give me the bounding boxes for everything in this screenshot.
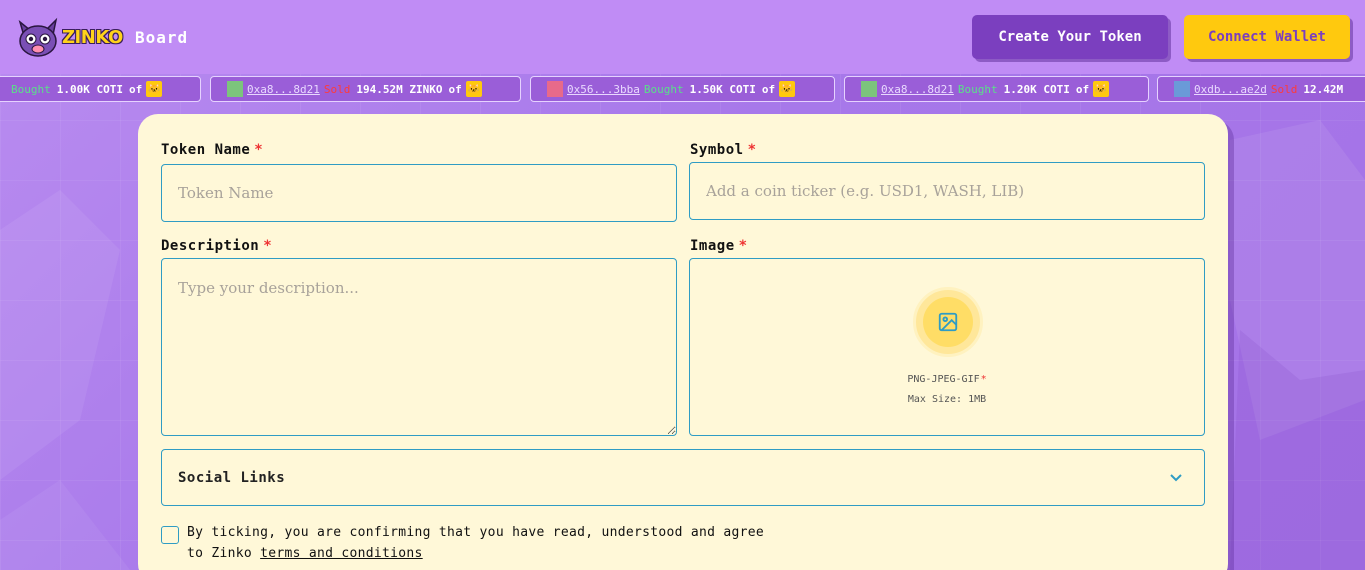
- ticker-action: Sold: [1270, 82, 1298, 96]
- avatar-icon: [227, 81, 243, 97]
- trade-ticker: Bought 1.00K COTI of 🐱 0xa8...8d21 Sold …: [0, 76, 1365, 102]
- image-label: Image *: [690, 238, 748, 254]
- connect-wallet-button[interactable]: Connect Wallet: [1184, 15, 1350, 59]
- description-label: Description *: [161, 238, 273, 254]
- ticker-amount: 194.52M ZINKO: [356, 82, 443, 96]
- token-name-label: Token Name *: [161, 142, 264, 158]
- coin-icon: 🐱: [779, 81, 796, 97]
- avatar-icon: [861, 81, 877, 97]
- ticker-amount: 1.00K COTI: [56, 82, 123, 96]
- ticker-amount: 1.50K COTI: [689, 82, 756, 96]
- ticker-address[interactable]: 0x56...3bba: [567, 83, 640, 96]
- ticker-amount: 1.20K COTI: [1003, 82, 1070, 96]
- social-links-accordion[interactable]: Social Links: [161, 449, 1205, 506]
- upload-button[interactable]: [913, 287, 983, 357]
- ticker-item[interactable]: Bought 1.00K COTI of 🐱: [0, 76, 201, 102]
- avatar-icon: [1174, 81, 1190, 97]
- image-icon: [938, 312, 958, 332]
- ticker-address[interactable]: 0xa8...8d21: [247, 83, 320, 96]
- ticker-action: Bought: [957, 82, 998, 96]
- ticker-item[interactable]: 0xdb...ae2d Sold 12.42M: [1157, 76, 1365, 102]
- chevron-down-icon: [1170, 474, 1182, 482]
- nav-board-link[interactable]: Board: [135, 28, 188, 47]
- ticker-of: of: [448, 82, 462, 96]
- create-token-form: Token Name* Symbol* Description* Image* …: [138, 114, 1228, 570]
- ticker-action: Bought: [11, 82, 51, 96]
- ticker-item[interactable]: 0x56...3bba Bought 1.50K COTI of 🐱: [530, 76, 835, 102]
- symbol-input[interactable]: [689, 162, 1205, 220]
- token-name-input[interactable]: [161, 164, 677, 222]
- ticker-of: of: [128, 82, 143, 96]
- description-textarea[interactable]: [161, 258, 677, 436]
- coin-icon: 🐱: [146, 81, 163, 97]
- logo[interactable]: ZINKO: [16, 16, 123, 58]
- ticker-address[interactable]: 0xdb...ae2d: [1194, 83, 1267, 96]
- ticker-of: of: [1075, 82, 1090, 96]
- ticker-action: Bought: [643, 82, 684, 96]
- ticker-action: Sold: [323, 82, 351, 96]
- image-formats: PNG-JPEG-GIF*: [907, 374, 987, 385]
- social-links-label: Social Links: [178, 469, 286, 486]
- top-header: ZINKO Board Create Your Token Connect Wa…: [0, 0, 1365, 74]
- create-token-button[interactable]: Create Your Token: [972, 15, 1168, 59]
- symbol-label: Symbol *: [690, 142, 757, 158]
- ticker-item[interactable]: 0xa8...8d21 Sold 194.52M ZINKO of 🐱: [210, 76, 521, 102]
- coin-icon: 🐱: [1093, 81, 1110, 97]
- ticker-address[interactable]: 0xa8...8d21: [881, 83, 954, 96]
- coin-icon: 🐱: [465, 81, 482, 97]
- terms-text: By ticking, you are confirming that you …: [187, 525, 764, 561]
- avatar-icon: [547, 81, 563, 97]
- logo-text: ZINKO: [62, 26, 123, 48]
- ticker-of: of: [761, 82, 776, 96]
- image-max-size: Max Size: 1MB: [907, 394, 987, 405]
- ticker-amount: 12.42M: [1303, 82, 1344, 96]
- image-upload-area[interactable]: PNG-JPEG-GIF* Max Size: 1MB: [689, 258, 1205, 436]
- terms-checkbox[interactable]: [161, 526, 179, 544]
- terms-link[interactable]: terms and conditions: [260, 546, 423, 561]
- cat-logo-icon: [18, 17, 58, 57]
- ticker-item[interactable]: 0xa8...8d21 Bought 1.20K COTI of 🐱: [844, 76, 1149, 102]
